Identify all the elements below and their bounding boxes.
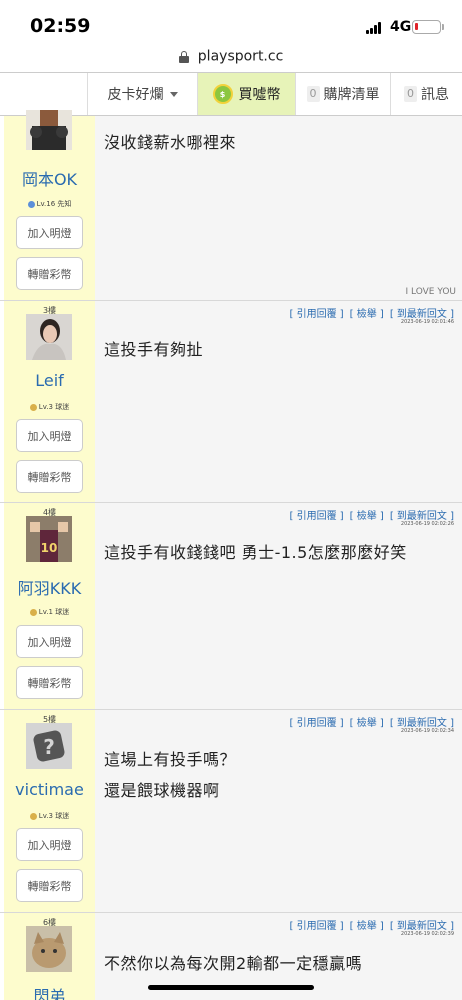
nav-buy-coins[interactable]: $ 買噓幣 [198,73,296,115]
default-avatar-icon[interactable]: ? [26,723,72,769]
add-light-button[interactable]: 加入明燈 [16,419,83,452]
post-text-line: 這投手有夠扯 [104,340,204,359]
user-level-text: Lv.16 先知 [36,200,72,208]
signal-icon [366,22,384,34]
status-bar: 02:59 4G [0,0,462,46]
level-badge-icon [29,812,37,820]
nav-messages[interactable]: 0 訊息 [391,73,462,115]
report-link[interactable]: [ 檢舉 ] [350,309,384,320]
network-type: 4G [390,19,412,35]
coin-icon: $ [212,84,233,104]
user-avatar[interactable] [26,110,72,150]
post-text-line: 還是餵球機器啊 [104,781,220,800]
forum-post: 4樓 10 阿羽KKK Lv.1 球迷 加入明燈 轉贈彩幣 [ 引用回覆 ] [ … [0,503,462,710]
post-signature: I LOVE YOU [405,287,456,297]
nav-spacer [0,73,88,115]
gift-coins-button[interactable]: 轉贈彩幣 [16,666,83,699]
post-time: 2023-06-19 02:02:26 [400,521,454,527]
level-badge-icon [29,403,37,411]
status-time: 02:59 [30,15,91,37]
level-badge-icon [29,608,37,616]
user-avatar[interactable] [26,926,72,972]
quote-reply-link[interactable]: [ 引用回覆 ] [289,309,343,320]
post-content: [ 引用回覆 ][ 檢舉 ][ 到最新回文 ] 2023-06-19 02:02… [95,503,462,709]
home-indicator[interactable] [148,985,314,990]
post-actions: [ 引用回覆 ][ 檢舉 ][ 到最新回文 ] [283,917,454,932]
post-author-name[interactable]: 阿羽KKK [4,575,95,599]
post-actions: [ 引用回覆 ][ 檢舉 ][ 到最新回文 ] [283,714,454,729]
gift-coins-button[interactable]: 轉贈彩幣 [16,460,83,493]
post-author-name[interactable]: 閃弟 [4,983,95,1000]
post-text-line: 這投手有收錢錢吧 勇士-1.5怎麼那麼好笑 [104,543,407,562]
nav-messages-label: 訊息 [421,87,449,103]
post-content: [ 引用回覆 ][ 檢舉 ][ 到最新回文 ] 2023-06-19 02:01… [95,301,462,502]
report-link[interactable]: [ 檢舉 ] [350,718,384,729]
add-light-button[interactable]: 加入明燈 [16,216,83,249]
report-link[interactable]: [ 檢舉 ] [350,511,384,522]
user-level: Lv.1 球迷 [4,607,95,617]
post-author-panel: 3樓 Leif Lv.3 球迷 加入明燈 轉贈彩幣 [4,301,95,502]
level-badge-icon [27,200,35,208]
post-author-panel: 5樓 ? victimae Lv.3 球迷 加入明燈 轉贈彩幣 [4,710,95,912]
nav-user-label: 皮卡好爛 [107,87,164,103]
nav-user-menu[interactable]: 皮卡好爛 [88,73,198,115]
user-level-text: Lv.3 球迷 [38,403,70,411]
user-level-text: Lv.3 球迷 [38,812,70,820]
quote-reply-link[interactable]: [ 引用回覆 ] [289,718,343,729]
add-light-button[interactable]: 加入明燈 [16,625,83,658]
gift-coins-button[interactable]: 轉贈彩幣 [16,257,83,290]
post-actions: [ 引用回覆 ][ 檢舉 ][ 到最新回文 ] [283,507,454,522]
quote-reply-link[interactable]: [ 引用回覆 ] [289,921,343,932]
post-time: 2023-06-19 02:01:46 [400,319,454,325]
url-bar[interactable]: playsport.cc [0,46,462,72]
battery-tip [442,24,444,30]
forum-post: 3樓 Leif Lv.3 球迷 加入明燈 轉贈彩幣 [ 引用回覆 ] [ 檢舉 ]… [0,301,462,503]
report-link[interactable]: [ 檢舉 ] [350,921,384,932]
nav-buy-label: 買噓幣 [238,87,281,103]
quote-reply-link[interactable]: [ 引用回覆 ] [289,511,343,522]
message-count: 0 [404,86,417,102]
forum-post: 岡本OK Lv.16 先知 加入明燈 轉贈彩幣 沒收錢薪水哪裡來 I LOVE … [0,110,462,301]
user-avatar[interactable]: 10 [26,516,72,562]
user-level: Lv.16 先知 [4,199,95,209]
forum-post: 5樓 ? victimae Lv.3 球迷 加入明燈 轉贈彩幣 [ 引用回覆 ]… [0,710,462,913]
add-light-button[interactable]: 加入明燈 [16,828,83,861]
post-content: [ 引用回覆 ][ 檢舉 ][ 到最新回文 ] 2023-06-19 02:02… [95,710,462,912]
user-avatar[interactable] [26,314,72,360]
url-text: playsport.cc [197,48,284,65]
post-author-name[interactable]: 岡本OK [4,166,95,190]
nav-purchase-label: 購牌清單 [323,87,380,103]
svg-text:10: 10 [41,541,58,555]
svg-text:?: ? [43,735,55,759]
post-actions: [ 引用回覆 ][ 檢舉 ][ 到最新回文 ] [283,305,454,320]
user-level-text: Lv.1 球迷 [38,608,70,616]
post-text-line: 不然你以為每次開2輸都一定穩贏嗎 [104,954,363,973]
post-author-name[interactable]: Leif [4,371,95,390]
post-author-name[interactable]: victimae [4,780,95,799]
post-author-panel: 6樓 閃弟 [4,913,95,1000]
post-text-line: 沒收錢薪水哪裡來 [104,133,237,152]
post-author-panel: 岡本OK Lv.16 先知 加入明燈 轉贈彩幣 [4,110,95,300]
user-level: Lv.3 球迷 [4,402,95,412]
post-time: 2023-06-19 02:02:39 [400,931,454,937]
gift-coins-button[interactable]: 轉贈彩幣 [16,869,83,902]
nav-purchase-list[interactable]: 0 購牌清單 [296,73,391,115]
caret-down-icon [169,91,178,97]
post-author-panel: 4樓 10 阿羽KKK Lv.1 球迷 加入明燈 轉贈彩幣 [4,503,95,709]
purchase-count: 0 [306,86,320,102]
lock-icon [178,50,189,63]
post-text-line: 這場上有投手嗎？ [104,750,237,769]
user-level: Lv.3 球迷 [4,811,95,821]
battery-icon [412,20,441,34]
post-time: 2023-06-19 02:02:34 [400,728,454,734]
post-content: 沒收錢薪水哪裡來 I LOVE YOU [95,116,462,300]
